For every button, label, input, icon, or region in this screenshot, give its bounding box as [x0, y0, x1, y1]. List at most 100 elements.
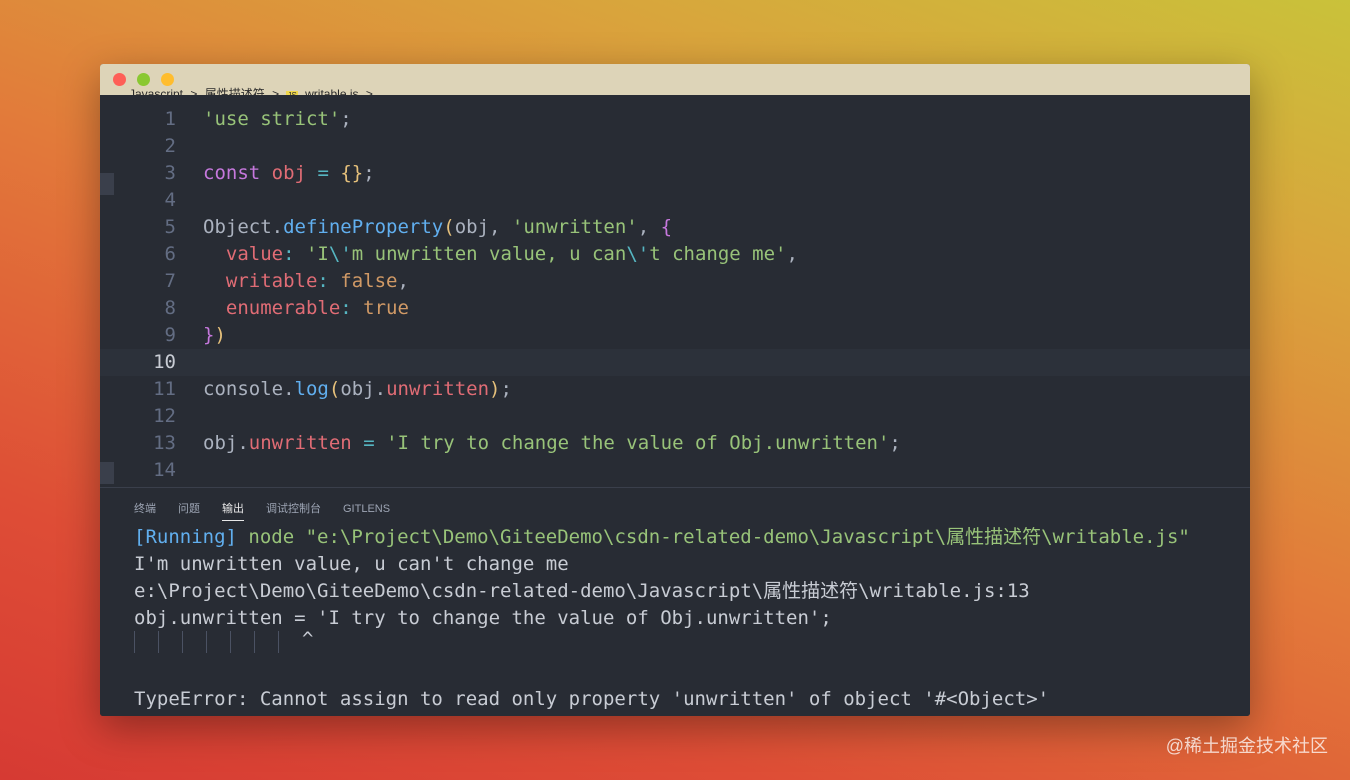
- code-token: writable: [225, 270, 318, 292]
- panel-tab[interactable]: 调试控制台: [266, 500, 321, 520]
- output-line[interactable]: obj.unwritten = 'I try to change the val…: [134, 605, 832, 632]
- indent-guide: [278, 631, 279, 653]
- code-line[interactable]: 13 obj.unwritten = 'I try to change the v…: [100, 430, 1250, 457]
- code-token: .: [283, 378, 295, 400]
- chevron-right-icon: >: [190, 87, 198, 95]
- code-token: \': [328, 243, 352, 265]
- code-text: writable: false,: [203, 268, 409, 295]
- breadcrumb-file[interactable]: writable.js: [305, 87, 358, 95]
- code-token: ;: [363, 162, 375, 184]
- running-command: node "e:\Project\Demo\GiteeDemo\csdn-rel…: [236, 526, 1190, 548]
- chevron-right-icon: >: [365, 87, 373, 95]
- indent-guide: [230, 631, 231, 653]
- output-line[interactable]: I'm unwritten value, u can't change me: [134, 551, 569, 578]
- output-error-line[interactable]: TypeError: Cannot assign to read only pr…: [134, 686, 1049, 713]
- code-token: obj: [340, 378, 375, 400]
- minimize-window-button[interactable]: [137, 73, 150, 86]
- code-line[interactable]: 9}): [100, 322, 1250, 349]
- code-text: const obj = {};: [203, 160, 375, 187]
- line-number: 12: [153, 405, 176, 427]
- code-line[interactable]: 12: [100, 403, 1250, 430]
- code-token: :: [317, 270, 341, 292]
- code-token: ;: [889, 432, 901, 454]
- code-token: ;: [500, 378, 512, 400]
- code-line[interactable]: 3 const obj = {};: [100, 160, 1250, 187]
- panel-tab[interactable]: 问题: [178, 500, 200, 520]
- line-number: 4: [164, 189, 176, 211]
- line-number: 1: [164, 108, 176, 130]
- code-token: ): [214, 324, 226, 346]
- code-text: value: 'I\'m unwritten value, u can\'t c…: [203, 241, 798, 268]
- code-token: t change me': [649, 243, 787, 265]
- code-token: obj: [203, 432, 238, 454]
- code-token: value: [225, 243, 284, 265]
- code-line[interactable]: 7 writable: false,: [100, 268, 1250, 295]
- line-number: 9: [164, 324, 176, 346]
- code-token: ,: [786, 243, 798, 265]
- code-token: 'I: [305, 243, 329, 265]
- code-line[interactable]: 10: [100, 349, 1250, 376]
- code-token: defineProperty: [283, 216, 444, 238]
- code-text: enumerable: true: [203, 295, 409, 322]
- code-line[interactable]: 8 enumerable: true: [100, 295, 1250, 322]
- code-token: (: [443, 216, 455, 238]
- code-text: }): [203, 322, 226, 349]
- panel-tab[interactable]: 输出: [222, 500, 244, 521]
- code-token: m unwritten value, u can: [351, 243, 627, 265]
- code-text: console.log(obj.unwritten);: [203, 376, 512, 403]
- panel-tab[interactable]: GITLENS: [343, 503, 390, 519]
- panel-tabs: 终端 问题 输出 调试控制台 GITLENS: [134, 499, 412, 521]
- line-number: 2: [164, 135, 176, 157]
- code-line[interactable]: 11 console.log(obj.unwritten);: [100, 376, 1250, 403]
- output-running-line[interactable]: [Running] node "e:\Project\Demo\GiteeDem…: [134, 524, 1190, 551]
- code-token: console: [203, 378, 284, 400]
- code-line[interactable]: 1 'use strict';: [100, 106, 1250, 133]
- code-token: .: [271, 216, 284, 238]
- code-token: {: [660, 216, 673, 238]
- code-token: enumerable: [225, 297, 341, 319]
- code-token: const: [203, 162, 261, 184]
- panel-tab[interactable]: 终端: [134, 500, 156, 520]
- indent-guide: [134, 631, 135, 653]
- code-line[interactable]: 14: [100, 457, 1250, 484]
- code-line[interactable]: 5 Object.defineProperty(obj, 'unwritten',…: [100, 214, 1250, 241]
- code-token: =: [363, 432, 375, 454]
- code-token: 'I try to change the value of Obj.unwrit…: [386, 432, 890, 454]
- breadcrumb-folder-descriptor[interactable]: 属性描述符: [205, 87, 265, 95]
- error-caret: ^: [302, 628, 314, 650]
- code-token: true: [363, 297, 409, 319]
- code-line[interactable]: 6 value: 'I\'m unwritten value, u can\'t…: [100, 241, 1250, 268]
- breadcrumb[interactable]: Javascript > 属性描述符 > JS writable.js > ..…: [129, 87, 394, 95]
- maximize-window-button[interactable]: [161, 73, 174, 86]
- code-token: (: [328, 378, 341, 400]
- code-token: obj,: [454, 216, 512, 238]
- code-line[interactable]: 4: [100, 187, 1250, 214]
- code-line[interactable]: 2: [100, 133, 1250, 160]
- line-number: 14: [153, 459, 176, 481]
- breadcrumb-symbol[interactable]: ...: [380, 87, 390, 95]
- code-token: 'use strict': [203, 108, 341, 130]
- indent-guide: [182, 631, 183, 653]
- code-text: 'use strict';: [203, 106, 352, 133]
- code-token: \': [626, 243, 650, 265]
- editor-window: Javascript > 属性描述符 > JS writable.js > ..…: [100, 64, 1250, 716]
- code-editor[interactable]: 1 'use strict'; 2 3 const obj = {}; 4 5 Object.…: [100, 95, 1250, 487]
- line-number: 11: [153, 378, 176, 400]
- line-number: 13: [153, 432, 176, 454]
- close-window-button[interactable]: [113, 73, 126, 86]
- code-token: log: [294, 378, 329, 400]
- line-number: 8: [164, 297, 176, 319]
- code-token: false: [340, 270, 398, 292]
- line-number: 7: [164, 270, 176, 292]
- line-number: 3: [164, 162, 176, 184]
- breadcrumb-folder-javascript[interactable]: Javascript: [129, 87, 183, 95]
- watermark: @稀土掘金技术社区: [1165, 736, 1328, 756]
- output-line[interactable]: e:\Project\Demo\GiteeDemo\csdn-related-d…: [134, 578, 1030, 605]
